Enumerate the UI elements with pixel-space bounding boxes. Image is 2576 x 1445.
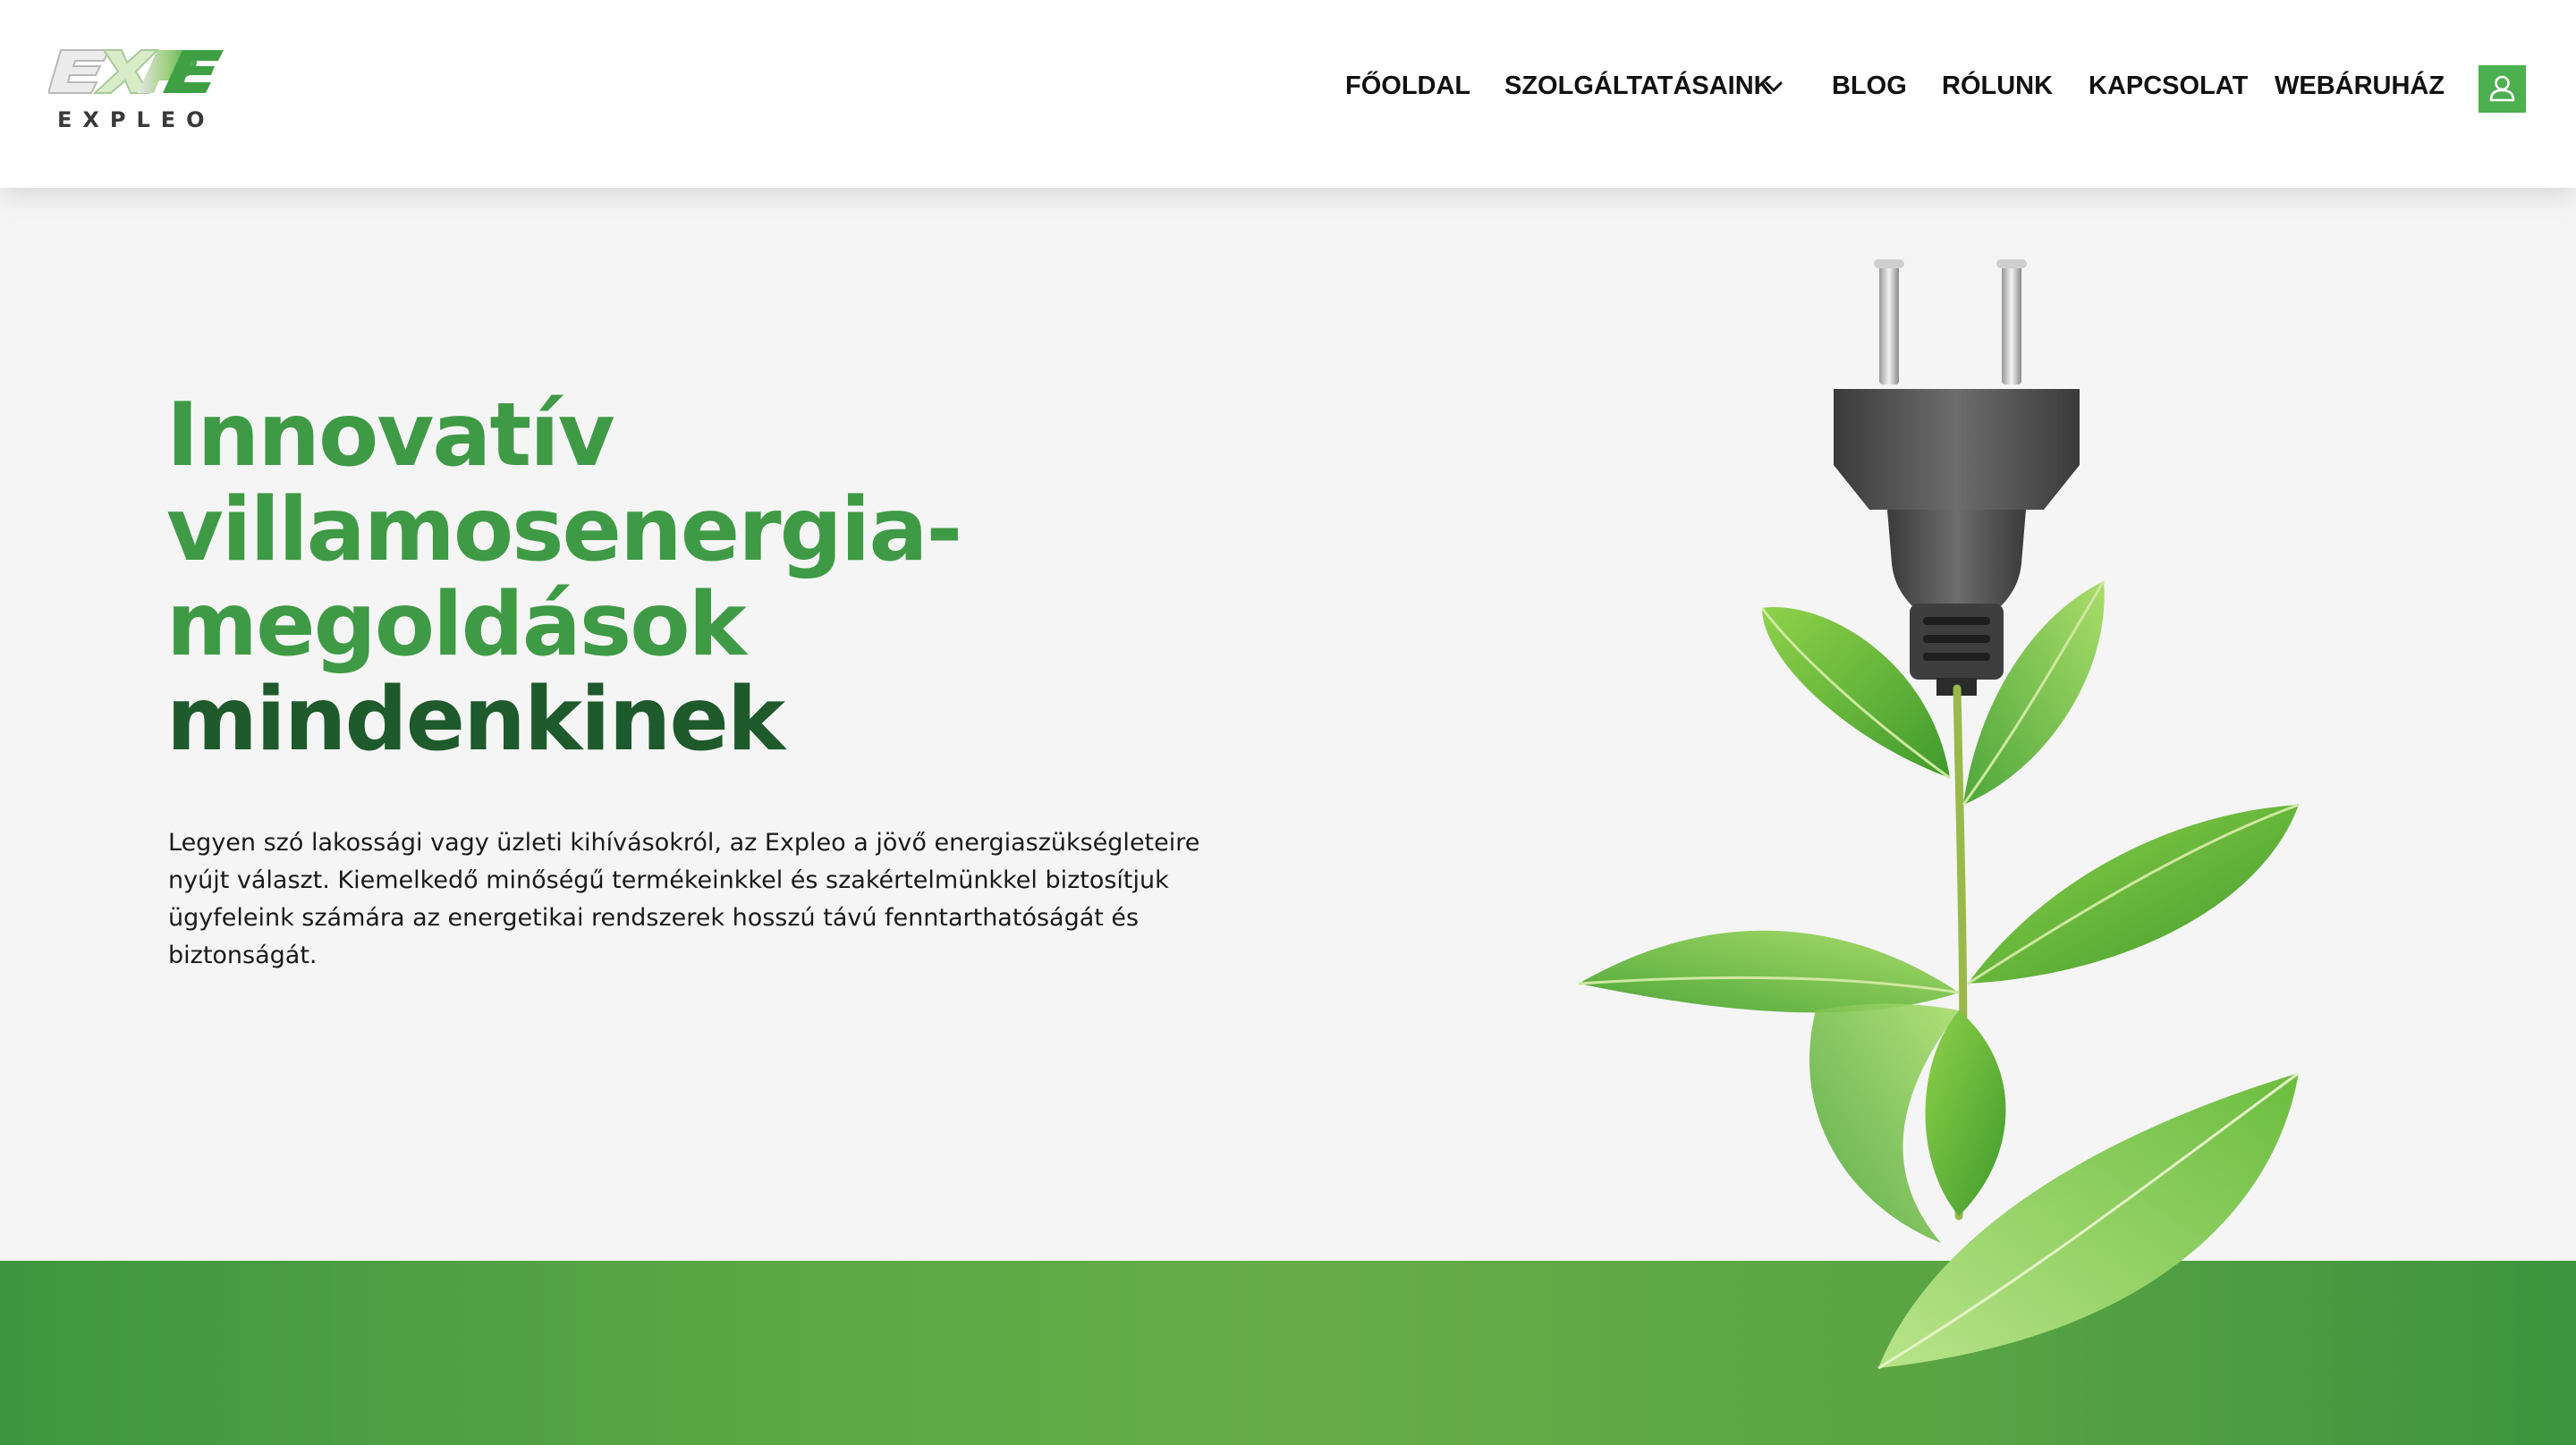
hero-description: Legyen szó lakossági vagy üzleti kihívás… (168, 829, 1200, 969)
hero-title-line-2: villamosenergia- (166, 479, 962, 581)
logo-wordmark: EXPLEO (57, 107, 216, 132)
expleo-logo-icon (47, 49, 224, 94)
nav-item-rolunk[interactable]: RÓLUNK (1942, 72, 2053, 101)
hero-title: Innovatív villamosenergia- megoldások mi… (166, 384, 962, 771)
nav-item-szolgaltatasaink[interactable]: SZOLGÁLTATÁSAINK (1504, 72, 1773, 101)
nav-item-kapcsolat[interactable]: KAPCSOLAT (2089, 72, 2248, 101)
hero-title-line-3: megoldások (166, 574, 747, 676)
nav-item-webaruhaz[interactable]: WEBÁRUHÁZ (2275, 72, 2445, 101)
hero-title-line-1: Innovatív (166, 384, 615, 486)
plug-leaves-image (1578, 259, 2300, 1370)
account-button[interactable] (2479, 65, 2526, 113)
nav-item-fooldal[interactable]: FŐOLDAL (1345, 72, 1470, 101)
site-header: EXPLEO FŐOLDAL SZOLGÁLTATÁSAINK BLOG RÓL… (0, 0, 2576, 188)
logo-link[interactable]: EXPLEO (47, 46, 227, 136)
hero-title-line-4: mindenkinek (166, 669, 785, 771)
user-icon (2489, 75, 2515, 102)
nav-item-blog[interactable]: BLOG (1832, 72, 1907, 101)
chevron-down-icon[interactable] (1762, 77, 1785, 97)
